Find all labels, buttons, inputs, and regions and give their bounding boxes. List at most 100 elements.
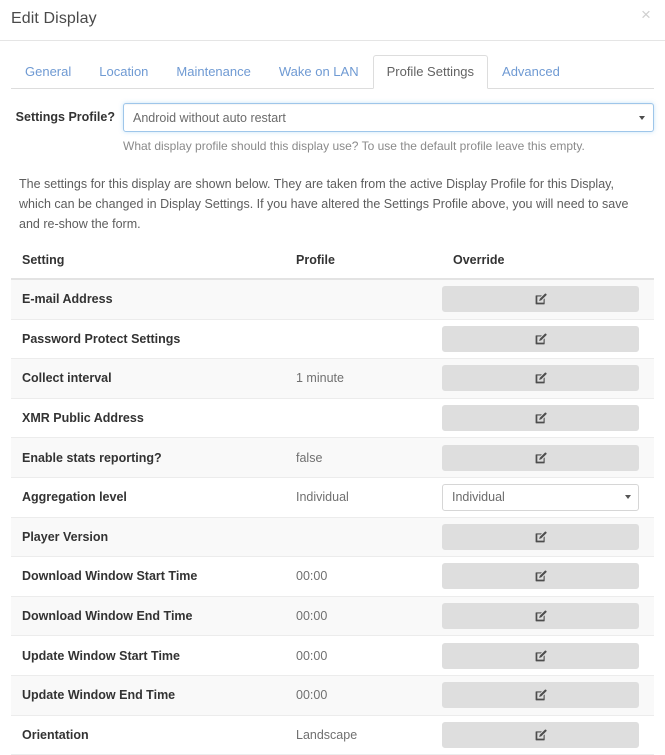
override-edit-button[interactable] xyxy=(442,603,639,629)
settings-profile-control-wrap: Android without auto restart What displa… xyxy=(123,103,654,154)
profile-value-cell xyxy=(285,279,442,319)
settings-table: Setting Profile Override E-mail AddressP… xyxy=(11,253,654,755)
profile-settings-intro-text: The settings for this display are shown … xyxy=(19,174,629,234)
table-row: E-mail Address xyxy=(11,279,654,319)
profile-value-cell: Landscape xyxy=(285,715,442,755)
setting-name-cell: Update Window Start Time xyxy=(11,636,285,676)
tab-label[interactable]: Maintenance xyxy=(162,55,264,89)
tab-label[interactable]: Advanced xyxy=(488,55,574,89)
profile-value-cell: 00:00 xyxy=(285,675,442,715)
setting-name-cell: Download Window End Time xyxy=(11,596,285,636)
edit-icon xyxy=(535,570,547,582)
override-cell xyxy=(442,319,654,359)
table-row: Download Window Start Time00:00 xyxy=(11,557,654,597)
table-row: Collect interval1 minute xyxy=(11,359,654,399)
edit-icon xyxy=(535,412,547,424)
settings-profile-select-shell: Android without auto restart xyxy=(123,103,654,132)
profile-value-cell: Individual xyxy=(285,477,442,517)
table-header-row: Setting Profile Override xyxy=(11,253,654,279)
override-select-shell: Individual xyxy=(442,484,639,511)
profile-value-cell xyxy=(285,398,442,438)
setting-name-cell: XMR Public Address xyxy=(11,398,285,438)
settings-profile-label: Settings Profile? xyxy=(11,109,115,126)
profile-value-cell xyxy=(285,319,442,359)
edit-icon xyxy=(535,293,547,305)
tab-label[interactable]: Wake on LAN xyxy=(265,55,373,89)
settings-table-body: E-mail AddressPassword Protect SettingsC… xyxy=(11,279,654,755)
override-edit-button[interactable] xyxy=(442,682,639,708)
override-cell xyxy=(442,596,654,636)
tab-bar: GeneralLocationMaintenanceWake on LANPro… xyxy=(11,55,654,89)
tab-advanced[interactable]: Advanced xyxy=(488,55,574,89)
edit-icon xyxy=(535,689,547,701)
close-icon[interactable]: × xyxy=(636,5,656,25)
override-cell xyxy=(442,438,654,478)
setting-name-cell: Orientation xyxy=(11,715,285,755)
profile-value-cell: 00:00 xyxy=(285,557,442,597)
table-row: XMR Public Address xyxy=(11,398,654,438)
override-edit-button[interactable] xyxy=(442,286,639,312)
table-row: OrientationLandscape xyxy=(11,715,654,755)
override-cell xyxy=(442,398,654,438)
modal-body: GeneralLocationMaintenanceWake on LANPro… xyxy=(0,55,665,755)
profile-value-cell: 00:00 xyxy=(285,596,442,636)
override-edit-button[interactable] xyxy=(442,524,639,550)
settings-profile-select[interactable]: Android without auto restart xyxy=(123,103,654,132)
profile-value-cell: false xyxy=(285,438,442,478)
tab-profile-settings[interactable]: Profile Settings xyxy=(373,55,488,89)
override-edit-button[interactable] xyxy=(442,445,639,471)
table-row: Update Window Start Time00:00 xyxy=(11,636,654,676)
override-edit-button[interactable] xyxy=(442,365,639,391)
column-header-override: Override xyxy=(442,253,654,279)
override-edit-button[interactable] xyxy=(442,326,639,352)
override-cell xyxy=(442,715,654,755)
edit-icon xyxy=(535,650,547,662)
edit-icon xyxy=(535,610,547,622)
edit-icon xyxy=(535,333,547,345)
override-cell xyxy=(442,557,654,597)
tab-maintenance[interactable]: Maintenance xyxy=(162,55,264,89)
override-edit-button[interactable] xyxy=(442,643,639,669)
table-row: Aggregation levelIndividualIndividual xyxy=(11,477,654,517)
page-title: Edit Display xyxy=(11,8,97,30)
table-row: Update Window End Time00:00 xyxy=(11,675,654,715)
column-header-setting: Setting xyxy=(11,253,285,279)
override-edit-button[interactable] xyxy=(442,405,639,431)
profile-value-cell: 00:00 xyxy=(285,636,442,676)
setting-name-cell: Aggregation level xyxy=(11,477,285,517)
tab-label[interactable]: General xyxy=(11,55,85,89)
edit-icon xyxy=(535,372,547,384)
override-cell xyxy=(442,517,654,557)
modal-header: Edit Display × xyxy=(0,0,665,41)
override-edit-button[interactable] xyxy=(442,722,639,748)
setting-name-cell: Player Version xyxy=(11,517,285,557)
setting-name-cell: Download Window Start Time xyxy=(11,557,285,597)
profile-value-cell xyxy=(285,517,442,557)
setting-name-cell: Password Protect Settings xyxy=(11,319,285,359)
settings-profile-form-group: Settings Profile? Android without auto r… xyxy=(11,103,654,154)
setting-name-cell: Enable stats reporting? xyxy=(11,438,285,478)
override-edit-button[interactable] xyxy=(442,563,639,589)
override-select[interactable]: Individual xyxy=(442,484,639,511)
setting-name-cell: Update Window End Time xyxy=(11,675,285,715)
table-row: Download Window End Time00:00 xyxy=(11,596,654,636)
settings-table-head: Setting Profile Override xyxy=(11,253,654,279)
override-cell: Individual xyxy=(442,477,654,517)
table-row: Player Version xyxy=(11,517,654,557)
override-cell xyxy=(442,675,654,715)
override-cell xyxy=(442,279,654,319)
table-row: Password Protect Settings xyxy=(11,319,654,359)
setting-name-cell: E-mail Address xyxy=(11,279,285,319)
tab-general[interactable]: General xyxy=(11,55,85,89)
tab-location[interactable]: Location xyxy=(85,55,162,89)
settings-profile-help-text: What display profile should this display… xyxy=(123,138,654,154)
override-cell xyxy=(442,359,654,399)
edit-icon xyxy=(535,452,547,464)
tab-label[interactable]: Location xyxy=(85,55,162,89)
edit-icon xyxy=(535,729,547,741)
tab-wake-on-lan[interactable]: Wake on LAN xyxy=(265,55,373,89)
tab-label[interactable]: Profile Settings xyxy=(373,55,488,89)
override-cell xyxy=(442,636,654,676)
setting-name-cell: Collect interval xyxy=(11,359,285,399)
column-header-profile: Profile xyxy=(285,253,442,279)
